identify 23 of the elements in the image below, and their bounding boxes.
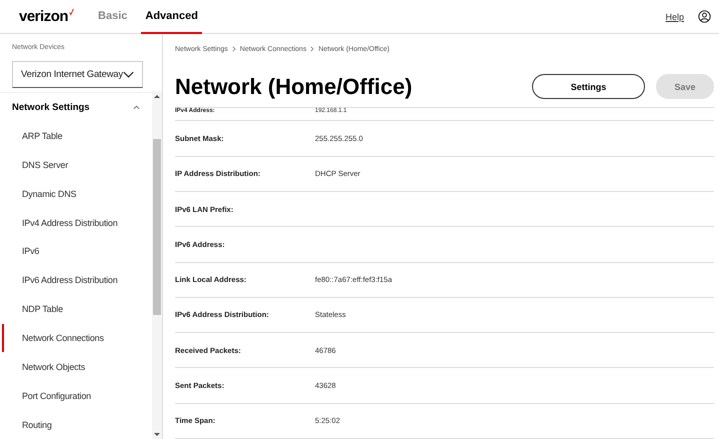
caret-icon bbox=[133, 104, 140, 110]
user-icon[interactable] bbox=[698, 10, 711, 23]
sidebar-item[interactable]: NDP Table bbox=[2, 294, 152, 324]
nav-tab[interactable]: Advanced bbox=[141, 0, 202, 34]
sidebar-item[interactable]: Network Objects bbox=[2, 352, 152, 382]
page-title: Network (Home/Office) bbox=[175, 74, 412, 100]
chevron-right-icon bbox=[310, 46, 314, 52]
help-link[interactable]: Help bbox=[665, 12, 684, 22]
sidebar-item[interactable]: Routing bbox=[2, 410, 152, 439]
sidebar-item[interactable]: IPv6 bbox=[2, 237, 152, 266]
device-dropdown[interactable]: Verizon Internet Gateway bbox=[12, 60, 143, 88]
sidebar-item[interactable]: Port Configuration bbox=[2, 381, 152, 410]
nav-tab[interactable]: Basic bbox=[94, 0, 132, 34]
action-button[interactable]: Settings bbox=[532, 74, 645, 100]
sidebar-item[interactable]: IPv6 Address Distribution bbox=[2, 266, 152, 295]
verizon-logo: verizon bbox=[19, 8, 74, 25]
sidebar-item[interactable]: Dynamic DNS bbox=[2, 179, 152, 208]
sidebar-item[interactable]: DNS Server bbox=[2, 150, 152, 180]
sidebar-item[interactable]: ARP Table bbox=[2, 122, 152, 150]
scrollbar[interactable] bbox=[152, 91, 162, 439]
sidebar-item[interactable]: IPv4 Address Distribution bbox=[2, 208, 152, 238]
chevron-right-icon bbox=[232, 46, 236, 52]
chevron-down-icon bbox=[123, 70, 134, 78]
